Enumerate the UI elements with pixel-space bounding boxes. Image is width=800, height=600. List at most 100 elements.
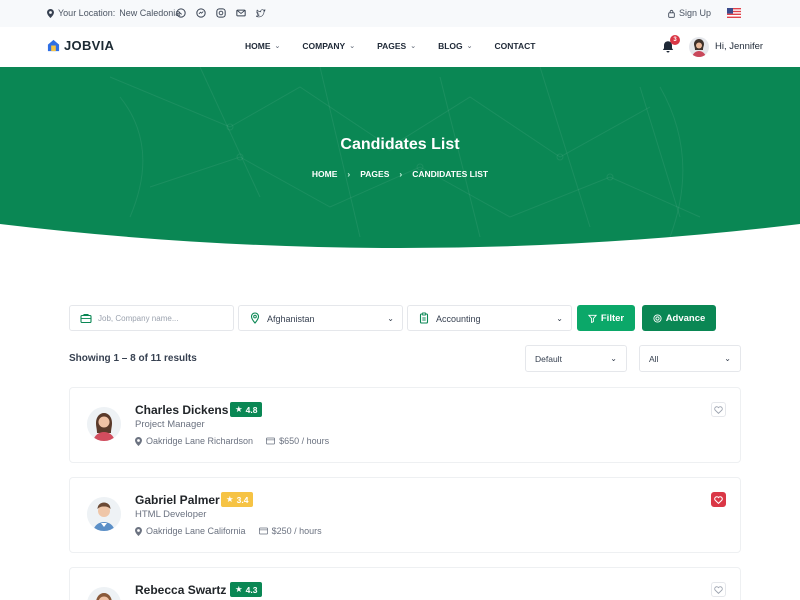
notification-badge: 3: [670, 35, 680, 45]
chevron-down-icon: ⌄: [274, 43, 281, 50]
chevron-right-icon: ›: [399, 169, 403, 179]
breadcrumb: HOME › PAGES › CANDIDATES LIST: [0, 169, 800, 179]
sign-up-link[interactable]: Sign Up: [668, 8, 711, 18]
candidate-name[interactable]: Charles Dickens: [135, 403, 228, 417]
user-greeting[interactable]: Hi, Jennifer: [715, 41, 763, 52]
user-avatar[interactable]: [689, 37, 709, 57]
candidate-location: Oakridge Lane California: [146, 526, 246, 536]
heart-icon: [714, 495, 723, 504]
rating-badge: ★ 4.8: [230, 402, 263, 417]
results-summary: Showing 1 – 8 of 11 results: [69, 353, 197, 364]
chevron-down-icon: ⌄: [349, 43, 356, 50]
nav-home-label: HOME: [245, 41, 271, 51]
candidate-name[interactable]: Rebecca Swartz: [135, 583, 226, 597]
job-search-placeholder: Job, Company name...: [98, 314, 179, 323]
candidate-rate: $250 / hours: [271, 526, 322, 536]
breadcrumb-pages[interactable]: PAGES: [360, 169, 389, 179]
brand-name: JOBVIA: [64, 38, 115, 53]
heart-icon: [714, 405, 723, 414]
candidate-rate: $650 / hours: [279, 436, 330, 446]
email-icon[interactable]: [235, 7, 246, 18]
primary-nav: HOME ⌄ COMPANY ⌄ PAGES ⌄ BLOG ⌄ CONTACT: [245, 41, 557, 51]
instagram-icon[interactable]: [215, 7, 226, 18]
candidate-meta: Oakridge Lane Richardson $650 / hours: [135, 436, 329, 446]
sort-select[interactable]: Default ⌄: [525, 345, 627, 372]
chevron-down-icon: ⌄: [610, 354, 617, 363]
main-navbar: JOBVIA HOME ⌄ COMPANY ⌄ PAGES ⌄ BLOG ⌄ CONTA…: [0, 27, 800, 67]
favorite-button[interactable]: [711, 492, 726, 507]
scope-select[interactable]: All ⌄: [639, 345, 741, 372]
favorite-button[interactable]: [711, 582, 726, 597]
page-title: Candidates List: [340, 136, 460, 153]
hero-pattern: [109, 67, 701, 238]
candidate-avatar[interactable]: [87, 587, 121, 600]
twitter-icon[interactable]: [255, 7, 266, 18]
sort-select-value: Default: [535, 354, 562, 364]
candidate-role: Project Manager: [135, 419, 205, 430]
breadcrumb-home[interactable]: HOME: [312, 169, 338, 179]
map-pin-icon: [135, 436, 142, 446]
rating-badge: ★ 3.4: [221, 492, 254, 507]
star-icon: ★: [235, 404, 243, 414]
filter-button-label: Filter: [600, 312, 625, 324]
job-search-input[interactable]: Job, Company name...: [69, 305, 234, 331]
chevron-down-icon: ⌄: [387, 314, 394, 323]
location-label: Your Location:: [58, 8, 116, 18]
filter-button[interactable]: Filter: [577, 305, 635, 331]
messenger-icon[interactable]: [195, 7, 206, 18]
nav-company[interactable]: COMPANY ⌄: [302, 41, 355, 51]
nav-contact-label: CONTACT: [494, 41, 536, 51]
location-value[interactable]: New Caledonia: [119, 8, 180, 18]
nav-home[interactable]: HOME ⌄: [245, 41, 280, 51]
nav-company-label: COMPANY: [302, 41, 346, 51]
rating-badge: ★ 4.3: [230, 582, 263, 597]
heart-icon: [714, 585, 723, 594]
favorite-button[interactable]: [711, 402, 726, 417]
breadcrumb-current: CANDIDATES LIST: [412, 169, 489, 179]
target-icon: [653, 313, 662, 323]
chevron-right-icon: ›: [347, 169, 351, 179]
location-select-value: Afghanistan: [267, 314, 315, 324]
rating-value: 4.3: [245, 584, 258, 595]
location-info: Your Location: New Caledonia: [47, 8, 180, 18]
briefcase-icon: [80, 313, 92, 324]
whatsapp-icon[interactable]: [175, 7, 186, 18]
wallet-icon: [266, 437, 276, 445]
nav-contact[interactable]: CONTACT: [495, 41, 536, 51]
nav-blog[interactable]: BLOG ⌄: [438, 41, 472, 51]
candidate-location: Oakridge Lane Richardson: [146, 436, 254, 446]
candidate-card[interactable]: Gabriel Palmer ★ 3.4 HTML Developer Oakr…: [69, 477, 741, 553]
nav-pages[interactable]: PAGES ⌄: [377, 41, 416, 51]
us-flag-icon[interactable]: [727, 8, 741, 18]
category-select[interactable]: Accounting ⌄: [407, 305, 572, 331]
advance-button[interactable]: Advance: [642, 305, 716, 331]
candidate-avatar[interactable]: [87, 497, 121, 531]
location-select[interactable]: Afghanistan ⌄: [238, 305, 403, 331]
nav-blog-label: BLOG: [438, 41, 463, 51]
category-select-value: Accounting: [436, 314, 481, 324]
scope-select-value: All: [649, 354, 659, 364]
star-icon: ★: [235, 584, 243, 594]
candidate-avatar[interactable]: [87, 407, 121, 441]
sign-up-label: Sign Up: [679, 8, 712, 18]
advance-button-label: Advance: [665, 312, 706, 324]
chevron-down-icon: ⌄: [556, 314, 563, 323]
candidate-name[interactable]: Gabriel Palmer: [135, 493, 220, 507]
candidate-card[interactable]: Rebecca Swartz ★ 4.3: [69, 567, 741, 600]
rating-value: 3.4: [236, 494, 249, 505]
logo-icon: [47, 39, 60, 52]
social-links: [175, 7, 266, 18]
candidate-card[interactable]: Charles Dickens ★ 4.8 Project Manager Oa…: [69, 387, 741, 463]
top-bar: Your Location: New Caledonia Sign Up: [0, 0, 800, 27]
candidate-role: HTML Developer: [135, 509, 207, 520]
filter-icon: [587, 314, 597, 323]
map-pin-icon: [47, 8, 54, 18]
clipboard-icon: [419, 312, 429, 324]
map-pin-icon: [250, 312, 260, 324]
chevron-down-icon: ⌄: [410, 43, 417, 50]
nav-pages-label: PAGES: [377, 41, 407, 51]
chevron-down-icon: ⌄: [724, 354, 731, 363]
candidate-meta: Oakridge Lane California $250 / hours: [135, 526, 322, 536]
chevron-down-icon: ⌄: [466, 43, 473, 50]
brand-logo[interactable]: JOBVIA: [47, 38, 114, 53]
